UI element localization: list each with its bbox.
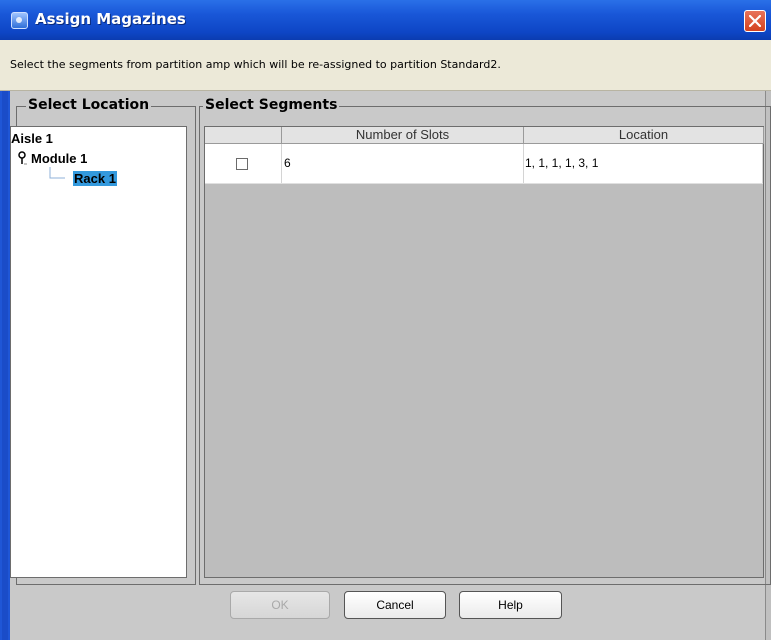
column-header-location[interactable]: Location bbox=[524, 127, 764, 144]
tree-node-rack-1[interactable]: Rack 1 bbox=[73, 171, 117, 186]
app-icon bbox=[11, 12, 28, 29]
table-row[interactable]: 6 1, 1, 1, 1, 3, 1 bbox=[205, 144, 763, 184]
instruction-text: Select the segments from partition amp w… bbox=[10, 58, 501, 71]
column-header-select[interactable] bbox=[205, 127, 282, 144]
select-cell[interactable] bbox=[205, 144, 282, 183]
cancel-button[interactable]: Cancel bbox=[344, 591, 446, 619]
title-bar[interactable]: Assign Magazines bbox=[0, 0, 771, 41]
close-icon bbox=[749, 15, 761, 27]
ok-button[interactable]: OK bbox=[230, 591, 330, 619]
help-button[interactable]: Help bbox=[459, 591, 562, 619]
tree-node-module-1[interactable]: Module 1 bbox=[31, 151, 87, 166]
location-tree[interactable]: Aisle 1 Module 1 Rack 1 bbox=[10, 126, 187, 578]
window-title: Assign Magazines bbox=[35, 10, 186, 28]
location-legend: Select Location bbox=[26, 97, 152, 113]
location-cell: 1, 1, 1, 1, 3, 1 bbox=[524, 144, 763, 183]
window-left-border bbox=[0, 91, 10, 640]
close-button[interactable] bbox=[744, 10, 766, 32]
segments-table: Number of Slots Location 6 1, 1, 1, 1, 3… bbox=[204, 126, 764, 578]
expanded-node-icon[interactable] bbox=[17, 151, 27, 165]
instruction-bar: Select the segments from partition amp w… bbox=[0, 40, 771, 91]
slots-cell: 6 bbox=[282, 144, 524, 183]
tree-node-aisle-1[interactable]: Aisle 1 bbox=[11, 131, 53, 146]
column-header-number-of-slots[interactable]: Number of Slots bbox=[282, 127, 524, 144]
tree-connector-line bbox=[49, 167, 65, 179]
segments-legend: Select Segments bbox=[203, 97, 340, 113]
segment-checkbox[interactable] bbox=[236, 158, 248, 170]
assign-magazines-dialog: Assign Magazines Select the segments fro… bbox=[0, 0, 771, 640]
